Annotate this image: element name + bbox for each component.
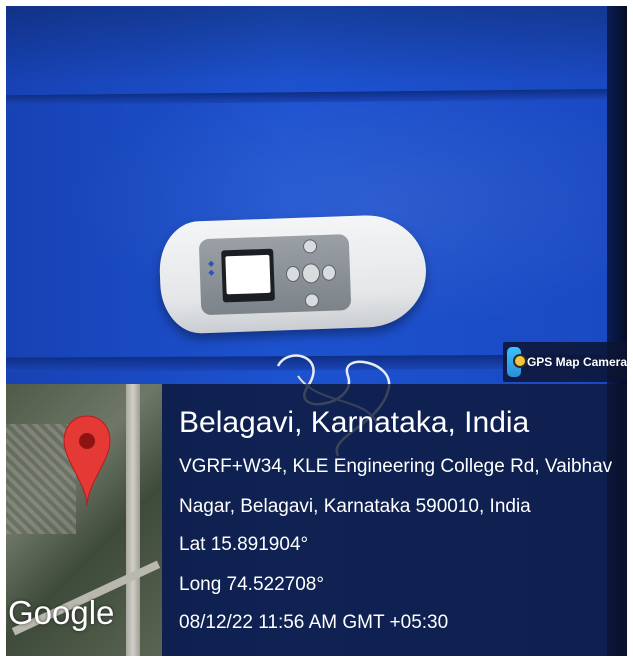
google-wordmark: Google [8,594,115,631]
device-screen [221,248,275,303]
location-overlay: Google Belagavi, Karnataka, India VGRF+W… [6,384,627,656]
map-road [126,384,140,656]
device-logo-icon: ◆◆ [206,258,217,278]
badge-label: GPS Map Camera [526,355,627,369]
location-title: Belagavi, Karnataka, India [179,406,530,439]
device-control-panel: ◆◆ [198,234,352,316]
address-line-1: VGRF+W34, KLE Engineering College Rd, Va… [179,456,613,477]
device-up-button [302,239,318,254]
gps-map-camera-badge: GPS Map Camera [503,342,627,382]
device-right-button [321,264,337,281]
photo: ◆◆ GPS Map Camera Google Belagavi, Karna… [6,6,627,656]
device-screen-display [225,254,271,295]
device-ok-button [301,263,321,284]
latitude-text: Lat 15.891904° [179,534,309,555]
address-line-2: Nagar, Belagavi, Karnataka 590010, India [179,496,531,517]
timestamp-text: 08/12/22 11:56 AM GMT +05:30 [179,612,449,633]
gps-map-camera-app-icon [507,347,527,377]
device-down-button [304,293,320,308]
map-pin-icon [63,415,111,507]
longitude-text: Long 74.522708° [179,574,324,595]
device-left-button [285,265,301,283]
map-thumbnail: Google [6,384,162,656]
handheld-device: ◆◆ [158,213,428,335]
